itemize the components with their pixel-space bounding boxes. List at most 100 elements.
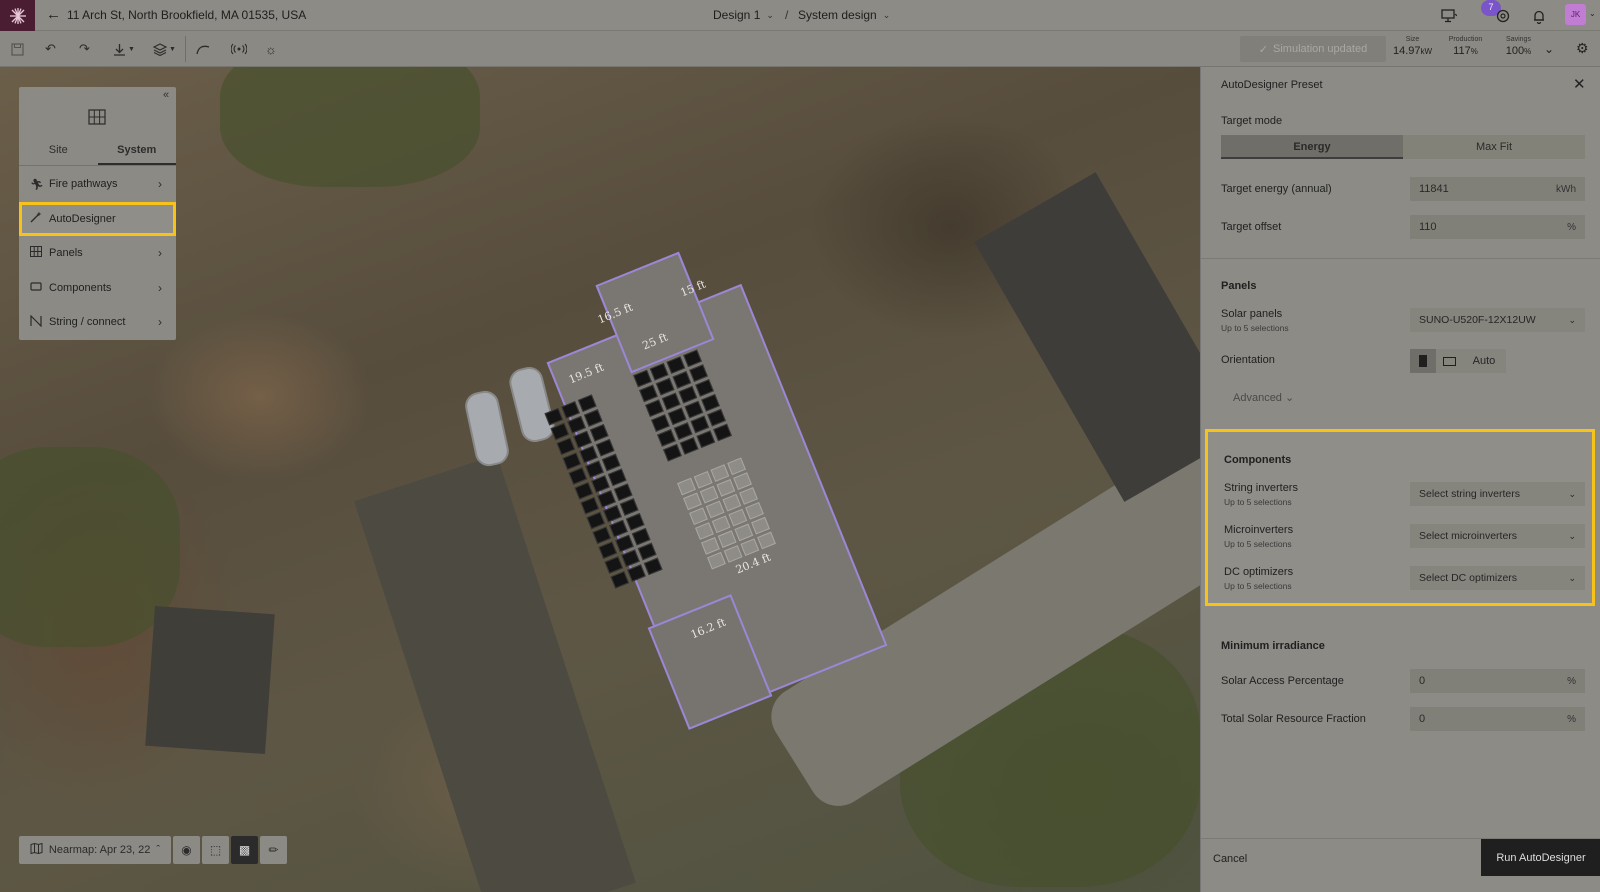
section-name: System design xyxy=(798,8,877,22)
target-energy-input[interactable]: 11841 kWh xyxy=(1410,177,1585,201)
map-book-icon xyxy=(30,842,43,857)
solar-access-input[interactable]: 0 % xyxy=(1410,669,1585,693)
eye-icon[interactable]: ◉ xyxy=(173,836,200,864)
menu-item-panels[interactable]: Panels › xyxy=(19,236,176,271)
target-mode-max-fit[interactable]: Max Fit xyxy=(1403,135,1585,159)
left-tool-panel: « Site System 🏃︎ Fire pathways › AutoDes… xyxy=(19,87,176,340)
microinverters-select[interactable]: Select microinverters ⌄ xyxy=(1410,524,1585,548)
panels-heading: Panels xyxy=(1221,280,1257,292)
fire-pathways-icon: 🏃︎ xyxy=(30,178,44,191)
orientation-label: Orientation xyxy=(1221,354,1275,366)
back-arrow-icon[interactable]: ← xyxy=(46,6,61,24)
landscape-orientation-icon[interactable] xyxy=(1436,349,1462,373)
chevron-right-icon: › xyxy=(158,280,162,295)
panel-footer: Cancel Run AutoDesigner xyxy=(1201,838,1600,892)
orientation-toggle: Auto xyxy=(1410,349,1506,373)
undo-icon[interactable]: ↶ xyxy=(45,40,56,58)
tab-site[interactable]: Site xyxy=(19,139,98,165)
stat-unit: kW xyxy=(1420,47,1433,56)
close-icon[interactable]: ✕ xyxy=(1573,75,1586,93)
save-icon[interactable] xyxy=(11,40,24,58)
target-offset-value: 110 xyxy=(1419,221,1437,233)
chevron-down-icon: ⌄ xyxy=(1568,488,1576,499)
ruler-icon[interactable]: ✏︎ xyxy=(260,836,287,864)
autodesigner-preset-panel: AutoDesigner Preset ✕ Target mode Energy… xyxy=(1200,67,1600,892)
shade-toggle-icon[interactable]: ▩ xyxy=(231,836,258,864)
grid-icon xyxy=(88,109,106,125)
bell-icon[interactable] xyxy=(1530,7,1548,25)
section-selector[interactable]: System design ⌄ xyxy=(798,8,890,22)
stat-value: 14.97 xyxy=(1392,45,1421,57)
target-mode-toggle: Energy Max Fit xyxy=(1221,135,1585,159)
imagery-source-label: Nearmap: Apr 23, 22 xyxy=(48,844,151,856)
app-logo-icon[interactable] xyxy=(0,0,35,31)
solar-access-value: 0 xyxy=(1419,675,1426,687)
project-address: 11 Arch St, North Brookfield, MA 01535, … xyxy=(67,8,307,22)
unit-label: % xyxy=(1567,675,1576,687)
avatar[interactable]: JK xyxy=(1565,4,1586,25)
portrait-orientation-icon[interactable] xyxy=(1410,349,1436,373)
string-inverters-select[interactable]: Select string inverters ⌄ xyxy=(1410,482,1585,506)
advanced-label: Advanced xyxy=(1233,392,1282,404)
chevron-down-icon: ⌄ xyxy=(1568,572,1576,583)
gear-icon[interactable]: ⚙ xyxy=(1576,40,1589,57)
help-icon[interactable] xyxy=(1494,7,1512,25)
breadcrumb-separator: / xyxy=(785,8,789,22)
design-selector[interactable]: Design 1 ⌄ xyxy=(713,8,774,22)
chevron-down-icon: ⌄ xyxy=(766,9,774,20)
map-neighbor-house xyxy=(974,172,1200,502)
target-energy-label: Target energy (annual) xyxy=(1221,183,1332,195)
menu-item-string-connect[interactable]: String / connect › xyxy=(19,305,176,340)
tsrf-input[interactable]: 0 % xyxy=(1410,707,1585,731)
simulation-status-label: Simulation updated xyxy=(1273,43,1368,55)
chevron-right-icon: › xyxy=(158,177,162,192)
microinverters-sublabel: Up to 5 selections xyxy=(1224,539,1292,549)
monitor-icon[interactable] xyxy=(1440,7,1458,25)
select-placeholder: Select microinverters xyxy=(1419,530,1518,542)
cancel-button[interactable]: Cancel xyxy=(1213,853,1247,865)
unit-label: kWh xyxy=(1556,183,1576,195)
target-mode-energy[interactable]: Energy xyxy=(1221,135,1403,159)
chevron-down-icon[interactable]: ⌄ xyxy=(1589,9,1596,18)
target-offset-input[interactable]: 110 % xyxy=(1410,215,1585,239)
menu-item-label: Components xyxy=(49,281,112,294)
tab-system[interactable]: System xyxy=(97,139,176,165)
menu-item-fire-pathways[interactable]: 🏃︎ Fire pathways › xyxy=(19,167,176,202)
menu-item-label: String / connect xyxy=(49,316,126,329)
aerial-map[interactable]: 19.5 ft 25 ft 16.5 ft 15 ft 20.4 ft 16.2… xyxy=(0,67,1200,892)
arc-tool-icon[interactable] xyxy=(196,40,210,58)
advanced-toggle[interactable]: Advanced ⌄ xyxy=(1233,391,1294,404)
chevron-down-icon: ▼ xyxy=(169,45,176,53)
sun-icon[interactable]: ☼ xyxy=(265,40,277,58)
system-stats[interactable]: Size 14.97kW Production 117% Savings 100… xyxy=(1386,31,1545,67)
orientation-auto[interactable]: Auto xyxy=(1462,349,1506,373)
section-divider xyxy=(1201,258,1600,259)
imagery-source-selector[interactable]: Nearmap: Apr 23, 22 ˆ xyxy=(19,836,171,864)
signal-tool-icon[interactable] xyxy=(231,40,247,58)
stat-unit: % xyxy=(1470,47,1478,56)
map-grass-area xyxy=(220,67,480,187)
menu-item-autodesigner[interactable]: AutoDesigner xyxy=(19,201,176,236)
select-area-icon[interactable]: ⬚ xyxy=(202,836,229,864)
solar-panels-label: Solar panels xyxy=(1221,308,1283,320)
redo-icon[interactable]: ↷ xyxy=(79,40,90,58)
components-icon xyxy=(30,282,42,294)
check-icon: ✓ xyxy=(1258,43,1269,56)
menu-item-components[interactable]: Components › xyxy=(19,271,176,306)
download-icon[interactable]: ▼ xyxy=(113,40,135,58)
chevron-down-icon: ▼ xyxy=(128,45,135,53)
top-bar: ← 11 Arch St, North Brookfield, MA 01535… xyxy=(0,0,1600,31)
run-autodesigner-button[interactable]: Run AutoDesigner xyxy=(1481,839,1600,876)
panels-grid-icon xyxy=(30,246,42,260)
layers-icon[interactable]: ▼ xyxy=(153,40,176,58)
target-energy-value: 11841 xyxy=(1419,183,1449,195)
stat-label: Savings xyxy=(1506,36,1531,43)
tsrf-label: Total Solar Resource Fraction xyxy=(1221,713,1366,725)
chevron-down-icon[interactable]: ⌄ xyxy=(1544,42,1554,56)
map-shed xyxy=(145,605,275,755)
dc-optimizers-select[interactable]: Select DC optimizers ⌄ xyxy=(1410,566,1585,590)
solar-access-label: Solar Access Percentage xyxy=(1221,675,1344,687)
solar-panels-select[interactable]: SUNO-U520F-12X12UW ⌄ xyxy=(1410,308,1585,332)
simulation-status-button[interactable]: ✓ Simulation updated xyxy=(1240,36,1386,62)
collapse-panel-icon[interactable]: « xyxy=(163,89,169,101)
